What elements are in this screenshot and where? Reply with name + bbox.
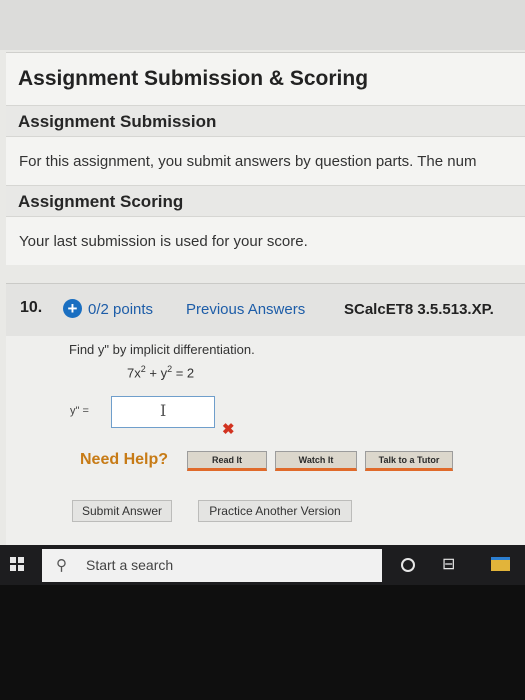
scoring-text: Your last submission is used for your sc… — [19, 233, 308, 250]
text-cursor-icon: I — [160, 401, 167, 420]
equation-term2: + y — [145, 365, 168, 381]
top-band — [0, 0, 525, 50]
question-number: 10. — [20, 299, 43, 316]
answer-input[interactable]: I — [111, 396, 215, 428]
submission-header: Assignment Submission — [6, 105, 525, 137]
windows-start-icon[interactable] — [10, 557, 24, 571]
cortana-circle-icon[interactable] — [401, 558, 415, 572]
question-body: Find y" by implicit differentiation. 7x2… — [6, 336, 525, 545]
points-score[interactable]: 0/2 points — [88, 301, 153, 318]
incorrect-x-icon: ✖ — [222, 421, 235, 438]
submission-text: For this assignment, you submit answers … — [19, 153, 477, 170]
assignment-info-panel: Assignment Submission & Scoring Assignme… — [6, 52, 525, 265]
equation-term3: = 2 — [172, 365, 195, 381]
need-help-label: Need Help? — [80, 451, 169, 468]
search-placeholder: Start a search — [86, 557, 174, 573]
practice-another-version-button[interactable]: Practice Another Version — [198, 500, 352, 522]
read-it-button[interactable]: Read It — [187, 451, 267, 471]
panel-title: Assignment Submission & Scoring — [18, 67, 369, 90]
scoring-heading: Assignment Scoring — [18, 192, 184, 211]
file-explorer-icon[interactable] — [491, 557, 510, 571]
windows-taskbar: ⚲ Start a search ⊟ — [0, 545, 525, 585]
previous-answers-link[interactable]: Previous Answers — [186, 301, 305, 318]
watch-it-button[interactable]: Watch It — [275, 451, 357, 471]
scoring-header: Assignment Scoring — [6, 185, 525, 217]
question-header: 10. + 0/2 points Previous Answers SCalcE… — [6, 283, 525, 336]
taskbar-search-box[interactable]: ⚲ Start a search — [42, 549, 382, 582]
browser-content: Assignment Submission & Scoring Assignme… — [0, 0, 525, 545]
question-prompt: Find y" by implicit differentiation. — [69, 342, 255, 357]
equation-term1: 7x — [127, 365, 141, 381]
answer-label: y" = — [70, 405, 89, 417]
task-view-icon[interactable]: ⊟ — [442, 554, 455, 574]
talk-to-tutor-button[interactable]: Talk to a Tutor — [365, 451, 453, 471]
submission-heading: Assignment Submission — [18, 112, 217, 131]
equation: 7x2 + y2 = 2 — [127, 364, 194, 380]
expand-plus-icon[interactable]: + — [63, 299, 82, 318]
question-source: SCalcET8 3.5.513.XP. — [344, 301, 494, 318]
search-icon: ⚲ — [56, 557, 67, 574]
submit-answer-button[interactable]: Submit Answer — [72, 500, 172, 522]
